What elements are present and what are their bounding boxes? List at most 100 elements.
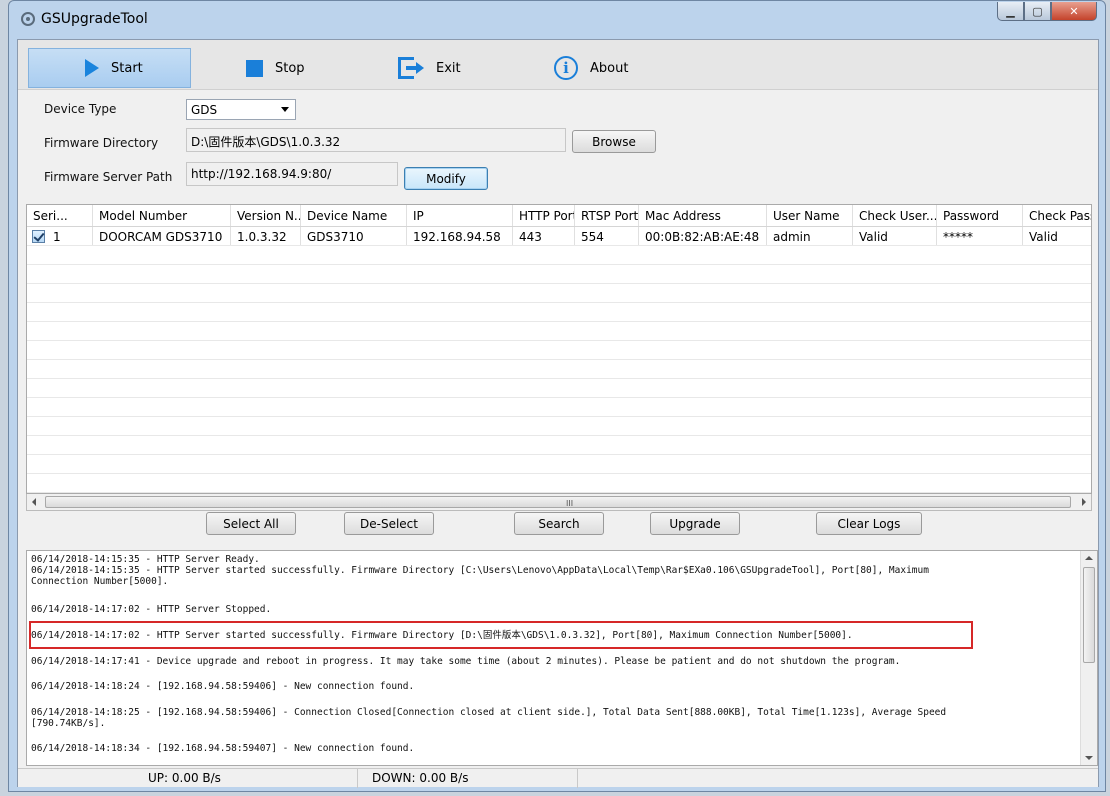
app-icon xyxy=(21,12,35,26)
stop-icon xyxy=(246,59,263,77)
about-button[interactable]: i About xyxy=(546,48,666,88)
clear-logs-button[interactable]: Clear Logs xyxy=(816,512,922,535)
table-header: Seri... Model Number Version N... Device… xyxy=(27,205,1091,227)
device-table: Seri... Model Number Version N... Device… xyxy=(26,204,1092,494)
empty-row xyxy=(27,455,1091,474)
column-header[interactable]: Version N... xyxy=(231,205,301,226)
log-panel[interactable]: 06/14/2018-14:15:35 - HTTP Server Ready.… xyxy=(26,550,1098,766)
firmware-directory-field[interactable]: D:\固件版本\GDS\1.0.3.32 xyxy=(186,128,566,152)
search-button[interactable]: Search xyxy=(514,512,604,535)
device-type-value: GDS xyxy=(191,103,218,117)
table-cell: GDS3710 xyxy=(301,227,407,245)
empty-row xyxy=(27,265,1091,284)
log-entry: 06/14/2018-14:18:25 - [192.168.94.58:594… xyxy=(31,707,947,729)
scrollbar-thumb[interactable]: III xyxy=(45,496,1071,508)
stop-button[interactable]: Stop xyxy=(238,48,358,88)
table-cell: 1 xyxy=(47,227,93,245)
column-header[interactable]: User Name xyxy=(767,205,853,226)
start-button[interactable]: Start xyxy=(28,48,191,88)
download-speed: DOWN: 0.00 B/s xyxy=(358,769,578,788)
status-bar: UP: 0.00 B/s DOWN: 0.00 B/s xyxy=(18,768,1098,788)
exit-icon xyxy=(398,57,424,79)
empty-row xyxy=(27,398,1091,417)
column-header[interactable]: Device Name xyxy=(301,205,407,226)
column-header[interactable]: Seri... xyxy=(27,205,93,226)
about-label: About xyxy=(590,60,629,76)
browse-button[interactable]: Browse xyxy=(572,130,656,153)
empty-row xyxy=(27,246,1091,265)
maximize-icon: ▢ xyxy=(1032,4,1043,18)
empty-row xyxy=(27,379,1091,398)
close-icon: ✕ xyxy=(1069,4,1079,18)
server-path-field[interactable]: http://192.168.94.9:80/ xyxy=(186,162,398,186)
exit-label: Exit xyxy=(436,60,461,76)
column-header[interactable]: IP xyxy=(407,205,513,226)
exit-button[interactable]: Exit xyxy=(390,48,510,88)
column-header[interactable]: Check Pass... xyxy=(1023,205,1091,226)
minimize-icon: ▁ xyxy=(1006,4,1015,18)
column-header[interactable]: Check User... xyxy=(853,205,937,226)
maximize-button[interactable]: ▢ xyxy=(1024,2,1051,21)
play-icon xyxy=(85,59,99,77)
scroll-left-icon[interactable] xyxy=(32,498,36,506)
table-cell: ***** xyxy=(937,227,1023,245)
title-bar[interactable]: GSUpgradeTool ▁ ▢ ✕ xyxy=(9,1,1105,39)
table-row[interactable]: 1 DOORCAM GDS3710 1.0.3.32 GDS3710 192.1… xyxy=(27,227,1091,246)
empty-row xyxy=(27,284,1091,303)
app-window: GSUpgradeTool ▁ ▢ ✕ Start Stop Exit i Ab… xyxy=(8,0,1106,792)
window-controls: ▁ ▢ ✕ xyxy=(997,2,1097,21)
firmware-directory-label: Firmware Directory xyxy=(44,136,159,150)
select-all-button[interactable]: Select All xyxy=(206,512,296,535)
scroll-up-icon[interactable] xyxy=(1085,556,1093,560)
device-type-select[interactable]: GDS xyxy=(186,99,296,120)
chevron-down-icon xyxy=(281,107,289,112)
column-header[interactable]: Mac Address xyxy=(639,205,767,226)
deselect-button[interactable]: De-Select xyxy=(344,512,434,535)
table-cell: 192.168.94.58 xyxy=(407,227,513,245)
table-cell: 00:0B:82:AB:AE:48 xyxy=(639,227,767,245)
column-header[interactable]: Model Number xyxy=(93,205,231,226)
empty-row xyxy=(27,322,1091,341)
highlight-box xyxy=(29,621,973,649)
upgrade-button[interactable]: Upgrade xyxy=(650,512,740,535)
scrollbar-thumb[interactable] xyxy=(1083,567,1095,663)
start-label: Start xyxy=(111,60,143,76)
modify-button[interactable]: Modify xyxy=(404,167,488,190)
close-button[interactable]: ✕ xyxy=(1051,2,1097,21)
table-cell: Valid xyxy=(1023,227,1091,245)
column-header[interactable]: HTTP Port xyxy=(513,205,575,226)
empty-row xyxy=(27,303,1091,322)
column-header[interactable]: RTSP Port xyxy=(575,205,639,226)
log-entry: 06/14/2018-14:18:34 - [192.168.94.58:594… xyxy=(31,743,415,754)
table-cell: DOORCAM GDS3710 xyxy=(93,227,231,245)
scroll-down-icon[interactable] xyxy=(1085,756,1093,760)
log-vertical-scrollbar[interactable] xyxy=(1080,551,1097,765)
info-icon: i xyxy=(554,56,578,80)
table-cell: Valid xyxy=(853,227,937,245)
table-horizontal-scrollbar[interactable]: III xyxy=(26,494,1092,511)
empty-row xyxy=(27,341,1091,360)
scroll-right-icon[interactable] xyxy=(1082,498,1086,506)
log-entry: 06/14/2018-14:18:24 - [192.168.94.58:594… xyxy=(31,681,415,692)
column-header[interactable]: Password xyxy=(937,205,1023,226)
table-cell: 554 xyxy=(575,227,639,245)
minimize-button[interactable]: ▁ xyxy=(997,2,1024,21)
toolbar: Start Stop Exit i About xyxy=(18,40,1098,90)
row-checkbox[interactable] xyxy=(32,230,45,243)
grip-icon: III xyxy=(566,499,574,508)
empty-row xyxy=(27,417,1091,436)
stop-label: Stop xyxy=(275,60,305,76)
upload-speed: UP: 0.00 B/s xyxy=(18,769,358,788)
device-type-label: Device Type xyxy=(44,102,117,116)
empty-row xyxy=(27,436,1091,455)
empty-row xyxy=(27,360,1091,379)
server-path-label: Firmware Server Path xyxy=(44,170,173,184)
log-entry: 06/14/2018-14:15:35 - HTTP Server Ready.… xyxy=(31,554,929,587)
window-title: GSUpgradeTool xyxy=(41,11,148,27)
log-entry: 06/14/2018-14:17:02 - HTTP Server Stoppe… xyxy=(31,604,272,615)
client-area: Start Stop Exit i About Device Type GDS … xyxy=(17,39,1099,788)
table-cell: admin xyxy=(767,227,853,245)
table-cell: 1.0.3.32 xyxy=(231,227,301,245)
empty-row xyxy=(27,474,1091,493)
table-cell: 443 xyxy=(513,227,575,245)
